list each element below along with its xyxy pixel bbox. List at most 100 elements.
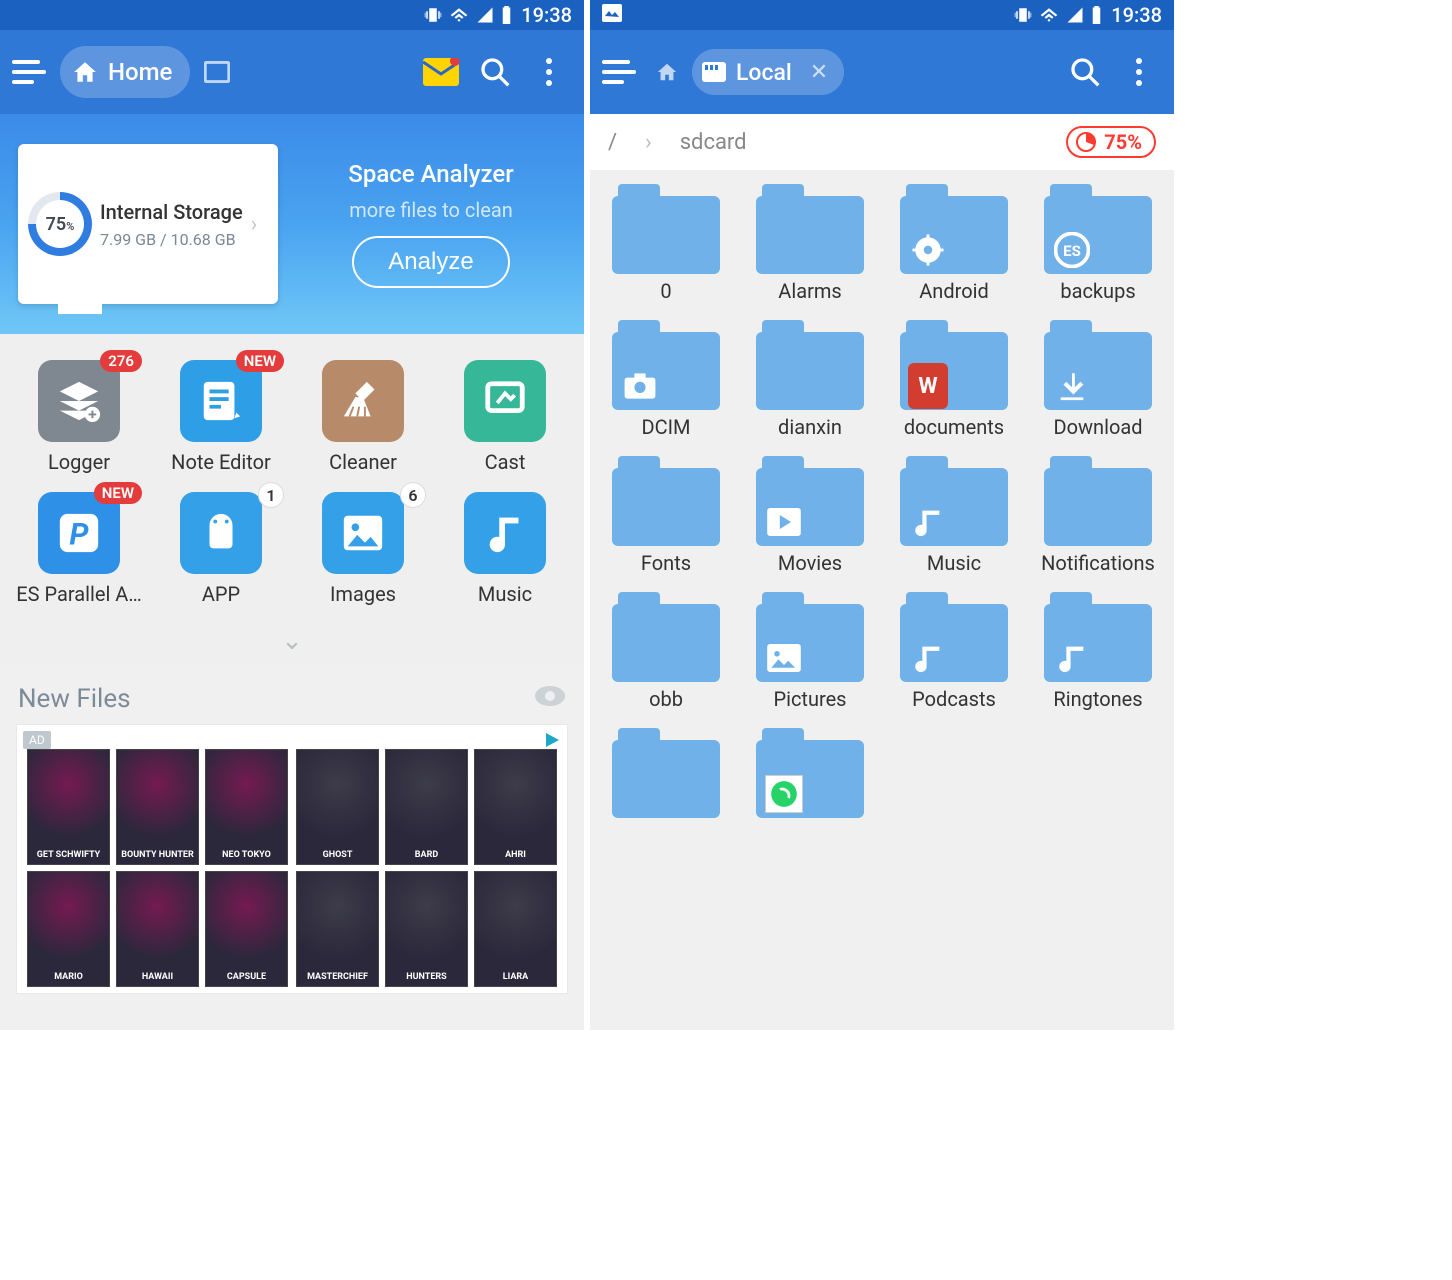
ad-poster: AHRI bbox=[474, 749, 557, 865]
breadcrumb-root[interactable]: / bbox=[608, 130, 617, 155]
wps-icon: W bbox=[908, 366, 948, 406]
status-bar: 19:38 bbox=[0, 0, 584, 30]
folder-ringtones[interactable]: Ringtones bbox=[1026, 592, 1170, 710]
whatsapp-icon bbox=[764, 774, 804, 814]
folder-label: documents bbox=[904, 416, 1004, 438]
search-icon bbox=[1069, 56, 1101, 88]
folder-label: DCIM bbox=[641, 416, 690, 438]
folder-label: dianxin bbox=[778, 416, 842, 438]
battery-icon bbox=[1092, 6, 1101, 24]
mail-button[interactable] bbox=[418, 49, 464, 95]
folder-label: Movies bbox=[778, 552, 842, 574]
ad-poster: LIARA bbox=[474, 871, 557, 987]
home-icon bbox=[72, 59, 98, 85]
folder-alarms[interactable]: Alarms bbox=[738, 184, 882, 302]
menu-button[interactable] bbox=[602, 60, 642, 84]
more-button[interactable] bbox=[526, 49, 572, 95]
folder-icon bbox=[756, 728, 864, 818]
download-icon bbox=[1052, 366, 1092, 406]
folder-icon bbox=[612, 728, 720, 818]
folder-label: Alarms bbox=[778, 280, 841, 302]
tool-label: Logger bbox=[48, 450, 110, 474]
tool-cast[interactable]: Cast bbox=[434, 360, 576, 474]
tool-cleaner[interactable]: Cleaner bbox=[292, 360, 434, 474]
folder-icon bbox=[756, 184, 864, 274]
svg-text:ES: ES bbox=[1063, 242, 1081, 260]
home-screen: 19:38 Home 75% bbox=[0, 0, 584, 1030]
music-icon bbox=[1052, 638, 1092, 678]
windows-chip[interactable] bbox=[198, 46, 236, 98]
folder-icon bbox=[612, 456, 720, 546]
folder-podcasts[interactable]: Podcasts bbox=[882, 592, 1026, 710]
folder-0[interactable]: 0 bbox=[594, 184, 738, 302]
new-files-header: New Files bbox=[0, 664, 584, 724]
tool-label: APP bbox=[202, 582, 240, 606]
tool-app[interactable]: 1 APP bbox=[150, 492, 292, 606]
folder-documents[interactable]: W documents bbox=[882, 320, 1026, 438]
folder-extra2[interactable] bbox=[738, 728, 882, 824]
storage-card[interactable]: 75% Internal Storage 7.99 GB / 10.68 GB … bbox=[18, 144, 278, 304]
storage-title: Internal Storage bbox=[100, 200, 243, 224]
music-icon bbox=[908, 502, 948, 542]
folder-android[interactable]: Android bbox=[882, 184, 1026, 302]
folder-pictures[interactable]: Pictures bbox=[738, 592, 882, 710]
breadcrumb-current[interactable]: sdcard bbox=[680, 130, 747, 155]
tool-parallel[interactable]: P NEW ES Parallel A… bbox=[8, 492, 150, 606]
folder-extra1[interactable] bbox=[594, 728, 738, 824]
music-icon bbox=[464, 492, 546, 574]
camera-icon bbox=[620, 366, 660, 406]
analyzer-subtitle: more files to clean bbox=[349, 198, 513, 222]
menu-button[interactable] bbox=[12, 60, 52, 84]
folder-dcim[interactable]: DCIM bbox=[594, 320, 738, 438]
storage-usage-percent: 75% bbox=[1104, 130, 1142, 154]
folder-fonts[interactable]: Fonts bbox=[594, 456, 738, 574]
tool-note[interactable]: NEW Note Editor bbox=[150, 360, 292, 474]
visibility-icon[interactable] bbox=[534, 684, 566, 714]
tool-logger[interactable]: 276 Logger bbox=[8, 360, 150, 474]
folder-icon: ES bbox=[1044, 184, 1152, 274]
close-icon[interactable]: ✕ bbox=[810, 60, 828, 85]
folder-icon bbox=[1044, 320, 1152, 410]
toolbar: Local ✕ bbox=[590, 30, 1174, 114]
vibrate-icon bbox=[424, 6, 442, 24]
new-files-title: New Files bbox=[18, 684, 131, 714]
ad-poster: GET SCHWIFTY bbox=[27, 749, 110, 865]
breadcrumb: / › sdcard 75% bbox=[590, 114, 1174, 170]
folder-notifications[interactable]: Notifica­tions bbox=[1026, 456, 1170, 574]
home-chip[interactable]: Home bbox=[60, 46, 190, 98]
storage-usage-pill[interactable]: 75% bbox=[1066, 126, 1156, 158]
tool-label: Note Editor bbox=[171, 450, 271, 474]
more-button[interactable] bbox=[1116, 49, 1162, 95]
wifi-icon bbox=[450, 6, 468, 24]
chevron-right-icon: › bbox=[645, 130, 652, 155]
home-nav-icon[interactable] bbox=[650, 46, 684, 98]
status-time: 19:38 bbox=[521, 3, 572, 27]
folder-obb[interactable]: obb bbox=[594, 592, 738, 710]
svg-text:P: P bbox=[69, 518, 89, 553]
folder-icon bbox=[900, 184, 1008, 274]
chevron-right-icon: › bbox=[251, 212, 258, 237]
ad-poster: CAPSULE bbox=[205, 871, 288, 987]
storage-percent: 75 bbox=[46, 214, 67, 235]
folder-movies[interactable]: Movies bbox=[738, 456, 882, 574]
analyze-button[interactable]: Analyze bbox=[352, 236, 509, 288]
space-analyzer-hero: 75% Internal Storage 7.99 GB / 10.68 GB … bbox=[0, 114, 584, 334]
expand-button[interactable]: ⌄ bbox=[8, 624, 576, 658]
folder-music[interactable]: Music bbox=[882, 456, 1026, 574]
tool-images[interactable]: 6 Images bbox=[292, 492, 434, 606]
folder-label: Android bbox=[919, 280, 989, 302]
search-button[interactable] bbox=[1062, 49, 1108, 95]
ad-card[interactable]: AD GET SCHWIFTYBOUNTY HUNTERNEO TOKYOMAR… bbox=[16, 724, 568, 994]
sd-card-icon bbox=[702, 62, 726, 82]
folder-label: 0 bbox=[660, 280, 671, 302]
folder-backups[interactable]: ES backups bbox=[1026, 184, 1170, 302]
home-icon bbox=[656, 61, 678, 83]
search-button[interactable] bbox=[472, 49, 518, 95]
folder-label: Notifica­tions bbox=[1041, 552, 1155, 574]
status-time: 19:38 bbox=[1111, 3, 1162, 27]
folder-download[interactable]: Download bbox=[1026, 320, 1170, 438]
local-chip[interactable]: Local ✕ bbox=[692, 49, 844, 95]
cast-icon bbox=[464, 360, 546, 442]
tool-music[interactable]: Music bbox=[434, 492, 576, 606]
folder-dianxin[interactable]: dianxin bbox=[738, 320, 882, 438]
